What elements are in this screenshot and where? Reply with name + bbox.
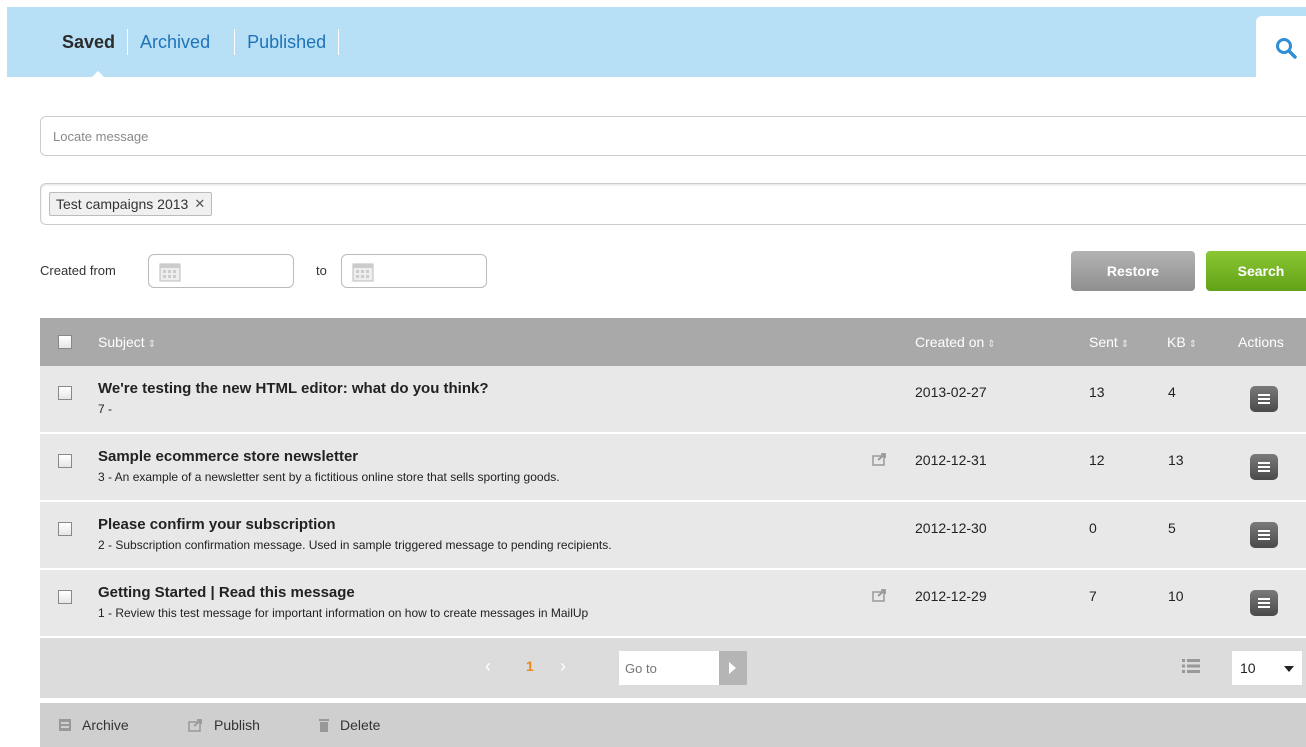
search-button[interactable]: Search <box>1206 251 1306 291</box>
actions-menu-button[interactable] <box>1250 522 1278 548</box>
remove-tag-icon[interactable]: ✕ <box>194 193 205 215</box>
tab-saved[interactable]: Saved <box>62 31 127 53</box>
archive-button[interactable]: Archive <box>58 717 129 733</box>
table-header: Subject ⇕ Created on ⇕ Sent ⇕ KB ⇕ Actions <box>40 318 1306 366</box>
tab-list: Saved Archived Published <box>62 29 340 55</box>
column-created-on-label: Created on <box>915 334 985 350</box>
created-on-cell: 2013-02-27 <box>915 384 987 400</box>
filter-tag: Test campaigns 2013 ✕ <box>49 192 213 216</box>
message-description: 3 - An example of a newsletter sent by a… <box>98 470 560 484</box>
per-page-value: 10 <box>1240 660 1256 676</box>
column-sent-label: Sent <box>1089 334 1118 350</box>
column-sent[interactable]: Sent ⇕ <box>1089 334 1129 350</box>
locate-message-input[interactable] <box>40 116 1306 156</box>
list-view-icon[interactable] <box>1182 658 1200 674</box>
table-row[interactable]: Please confirm your subscription 2 - Sub… <box>40 502 1306 570</box>
row-checkbox[interactable] <box>58 386 72 400</box>
row-checkbox[interactable] <box>58 454 72 468</box>
publish-icon <box>188 719 202 732</box>
sent-cell: 0 <box>1089 520 1097 536</box>
sent-cell: 7 <box>1089 588 1097 604</box>
message-description: 2 - Subscription confirmation message. U… <box>98 538 612 552</box>
sort-icon: ⇕ <box>1188 339 1198 350</box>
tab-divider <box>338 29 340 55</box>
bulk-actions-bar: Archive Publish Delete <box>40 703 1306 747</box>
search-toggle-button[interactable] <box>1256 16 1306 77</box>
column-created-on[interactable]: Created on ⇕ <box>915 334 996 350</box>
current-page[interactable]: 1 <box>526 658 534 674</box>
created-on-cell: 2012-12-31 <box>915 452 987 468</box>
created-to-label: to <box>316 263 327 278</box>
kb-cell: 13 <box>1168 452 1184 468</box>
created-from-date-field[interactable] <box>148 254 294 288</box>
row-checkbox[interactable] <box>58 590 72 604</box>
actions-menu-button[interactable] <box>1250 386 1278 412</box>
column-kb-label: KB <box>1167 334 1186 350</box>
tab-archived[interactable]: Archived <box>128 31 222 53</box>
calendar-icon[interactable] <box>159 262 181 282</box>
delete-label: Delete <box>340 717 381 733</box>
column-subject-label: Subject <box>98 334 145 350</box>
tab-published[interactable]: Published <box>235 31 338 53</box>
archive-icon <box>59 719 71 731</box>
table-row[interactable]: Getting Started | Read this message 1 - … <box>40 570 1306 638</box>
filter-tag-label: Test campaigns 2013 <box>56 196 189 212</box>
message-subject[interactable]: Getting Started | Read this message <box>98 584 355 601</box>
restore-button[interactable]: Restore <box>1071 251 1195 291</box>
calendar-icon[interactable] <box>352 262 374 282</box>
sent-cell: 12 <box>1089 452 1105 468</box>
select-all-checkbox[interactable] <box>58 335 72 349</box>
published-icon <box>872 453 886 466</box>
sort-icon: ⇕ <box>987 339 996 350</box>
per-page-select[interactable]: 10 <box>1232 651 1302 685</box>
created-to-date-field[interactable] <box>341 254 487 288</box>
sent-cell: 13 <box>1089 384 1105 400</box>
created-from-label: Created from <box>40 263 116 278</box>
column-subject[interactable]: Subject ⇕ <box>98 334 156 350</box>
kb-cell: 10 <box>1168 588 1184 604</box>
sort-icon: ⇕ <box>1120 339 1130 350</box>
goto-page-input[interactable] <box>619 651 719 685</box>
next-page-icon[interactable]: › <box>560 656 566 677</box>
pagination-bar: ‹ 1 › 10 <box>40 638 1306 698</box>
column-actions: Actions <box>1238 334 1284 350</box>
search-icon <box>1276 38 1297 59</box>
table-row[interactable]: Sample ecommerce store newsletter 3 - An… <box>40 434 1306 502</box>
created-on-cell: 2012-12-30 <box>915 520 987 536</box>
column-kb[interactable]: KB ⇕ <box>1167 334 1197 350</box>
publish-label: Publish <box>214 717 260 733</box>
message-subject[interactable]: Please confirm your subscription <box>98 516 336 533</box>
previous-page-icon[interactable]: ‹ <box>485 656 491 677</box>
message-subject[interactable]: We're testing the new HTML editor: what … <box>98 380 489 397</box>
archive-label: Archive <box>82 717 129 733</box>
goto-page-button[interactable] <box>719 651 747 685</box>
actions-menu-button[interactable] <box>1250 590 1278 616</box>
delete-button[interactable]: Delete <box>318 717 380 733</box>
sort-icon: ⇕ <box>147 339 157 350</box>
kb-cell: 5 <box>1168 520 1176 536</box>
messages-table: Subject ⇕ Created on ⇕ Sent ⇕ KB ⇕ Actions W… <box>40 318 1306 698</box>
message-description: 7 - <box>98 402 113 416</box>
message-subject[interactable]: Sample ecommerce store newsletter <box>98 448 358 465</box>
kb-cell: 4 <box>1168 384 1176 400</box>
actions-menu-button[interactable] <box>1250 454 1278 480</box>
active-tab-pointer <box>90 71 106 79</box>
published-icon <box>872 589 886 602</box>
row-checkbox[interactable] <box>58 522 72 536</box>
publish-button[interactable]: Publish <box>188 717 260 733</box>
created-on-cell: 2012-12-29 <box>915 588 987 604</box>
tag-filter-input[interactable]: Test campaigns 2013 ✕ <box>40 183 1306 225</box>
trash-icon <box>319 719 329 732</box>
top-tab-bar: Saved Archived Published <box>7 7 1306 79</box>
table-row[interactable]: We're testing the new HTML editor: what … <box>40 366 1306 434</box>
message-description: 1 - Review this test message for importa… <box>98 606 589 620</box>
chevron-down-icon <box>1284 666 1294 672</box>
